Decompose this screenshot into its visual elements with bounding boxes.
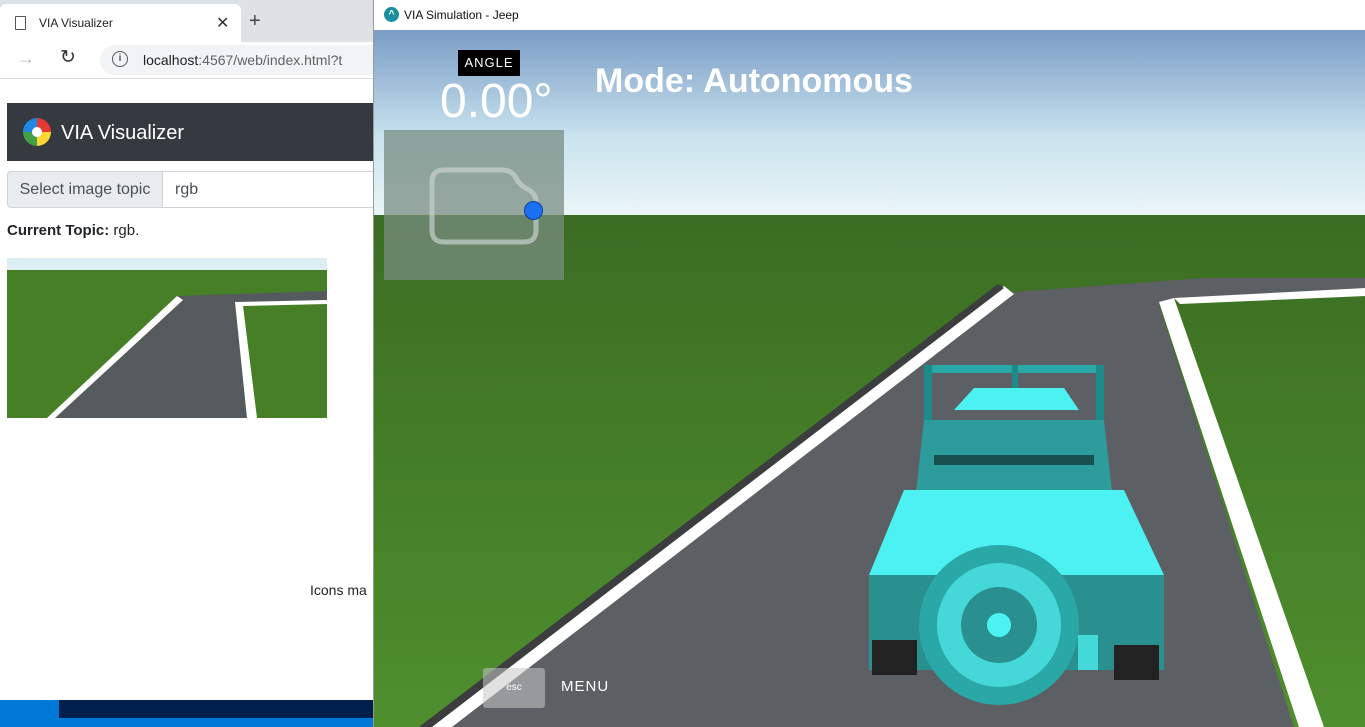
simulation-scene: ANGLE 0.00° Mode: Autonomous esc MENU (374, 30, 1365, 727)
esc-key-button[interactable]: esc (483, 668, 545, 708)
new-tab-button[interactable]: + (249, 10, 261, 33)
info-icon[interactable]: i (112, 51, 128, 67)
browser-window: VIA Visualizer ✕ + → ↻ i localhost:4567/… (0, 0, 375, 700)
track-minimap (384, 130, 564, 280)
current-topic: Current Topic: rgb. (7, 222, 139, 239)
address-bar[interactable]: i localhost:4567/web/index.html?t (100, 45, 375, 75)
tab-title: VIA Visualizer (39, 16, 113, 30)
browser-toolbar: → ↻ i localhost:4567/web/index.html?t (0, 42, 375, 79)
sim-titlebar: ^ VIA Simulation - Jeep (374, 0, 1365, 30)
topic-select-group: Select image topic rgb (7, 171, 375, 208)
current-topic-label: Current Topic: (7, 222, 110, 239)
reload-icon[interactable]: ↻ (60, 46, 76, 69)
topic-select[interactable]: rgb (162, 171, 375, 208)
eye-logo-icon (23, 118, 51, 146)
url-path: :4567/web/index.html?t (198, 52, 343, 68)
tab-bar: VIA Visualizer ✕ + (0, 0, 375, 42)
select-topic-label: Select image topic (7, 171, 163, 208)
angle-label: ANGLE (458, 50, 520, 76)
vehicle-position-dot (524, 201, 543, 220)
icons-credit-text: Icons ma (310, 582, 367, 598)
page-icon (15, 16, 26, 30)
app-brand[interactable]: VIA Visualizer (61, 122, 184, 145)
forward-arrow-icon[interactable]: → (17, 48, 35, 69)
url-host: localhost (143, 52, 199, 68)
close-tab-icon[interactable]: ✕ (216, 13, 229, 33)
taskbar-strip (59, 700, 379, 718)
angle-value: 0.00° (440, 75, 553, 128)
taskbar (0, 700, 379, 727)
current-topic-value: rgb. (113, 222, 140, 239)
sim-window-title: VIA Simulation - Jeep (404, 8, 519, 22)
url-text: localhost:4567/web/index.html?t (143, 52, 342, 68)
mode-text: Mode: Autonomous (595, 62, 913, 100)
app-navbar: VIA Visualizer (7, 103, 375, 161)
simulation-window: ^ VIA Simulation - Jeep ANGLE 0.00° Mode… (373, 0, 1365, 727)
app-icon: ^ (384, 7, 399, 22)
browser-tab[interactable]: VIA Visualizer ✕ (0, 4, 241, 42)
menu-label[interactable]: MENU (561, 678, 609, 695)
camera-preview-image (7, 258, 327, 418)
